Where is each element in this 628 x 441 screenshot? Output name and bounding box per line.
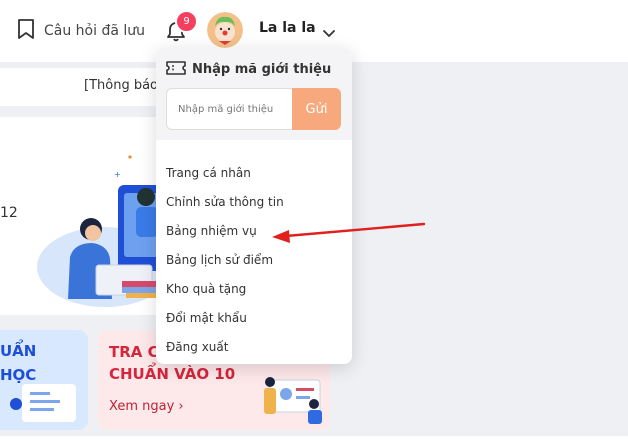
annotation-arrow [272, 222, 426, 243]
